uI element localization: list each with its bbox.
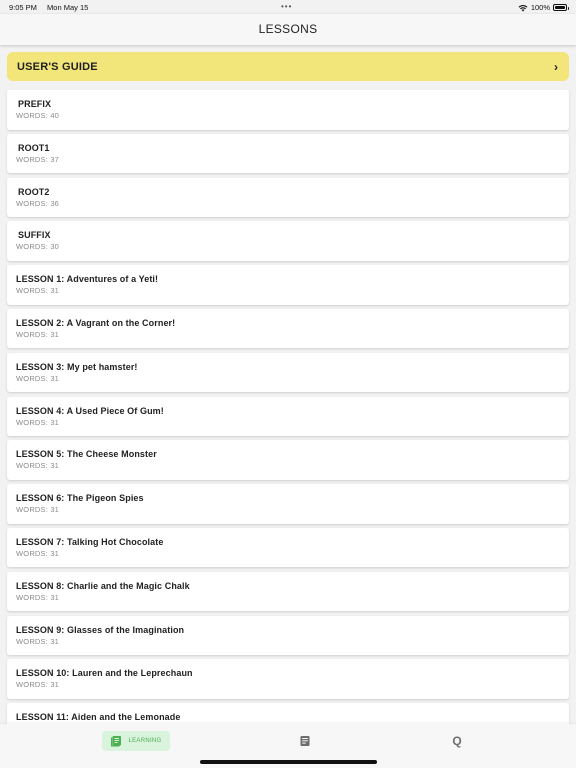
tab-quiz[interactable]: Q — [447, 731, 467, 751]
lesson-row[interactable]: LESSON 9: Glasses of the Imagination WORD… — [7, 615, 569, 656]
lesson-word-count: WORDS: 31 — [16, 329, 60, 339]
multitasking-dots[interactable]: ••• — [281, 2, 292, 11]
lesson-title: LESSON 3: My pet hamster! — [16, 361, 138, 372]
status-right: 100% — [518, 3, 569, 12]
lesson-row[interactable]: LESSON 4: A Used Piece Of Gum! WORDS: 31 — [7, 396, 569, 437]
lesson-row[interactable]: LESSON 3: My pet hamster! WORDS: 31 — [7, 352, 569, 393]
lesson-title: LESSON 10: Lauren and the Leprechaun — [16, 668, 193, 679]
lesson-word-count: WORDS: 31 — [16, 592, 60, 602]
lesson-list: PREFIX WORDS: 40 ROOT1 WORDS: 37 ROOT2 WORDS:… — [7, 90, 569, 724]
users-guide-label: USER'S GUIDE — [17, 60, 98, 73]
lesson-title: PREFIX — [18, 99, 52, 109]
tab-learning-label: LEARNING — [128, 738, 162, 744]
page-title: LESSONS — [258, 22, 318, 36]
lesson-title: LESSON 2: A Vagrant on the Corner! — [16, 317, 176, 328]
lesson-word-count: WORDS: 31 — [16, 286, 60, 296]
status-bar: 9:05 PM Mon May 15 ••• 100% — [0, 0, 576, 14]
lesson-title: LESSON 7: Talking Hot Chocolate — [16, 536, 164, 547]
lesson-title: LESSON 9: Glasses of the Imagination — [16, 624, 185, 635]
lesson-row[interactable]: PREFIX WORDS: 40 — [7, 90, 569, 130]
lesson-row[interactable]: ROOT2 WORDS: 36 — [7, 177, 569, 218]
lesson-word-count: WORDS: 31 — [16, 680, 60, 690]
lesson-word-count: WORDS: 31 — [16, 461, 60, 471]
lesson-word-count: WORDS: 31 — [16, 636, 60, 646]
lesson-title: ROOT1 — [18, 142, 50, 153]
book-icon — [111, 736, 122, 747]
lesson-word-count: WORDS: 31 — [16, 548, 60, 558]
lesson-word-count: WORDS: 40 — [16, 111, 60, 120]
lesson-word-count: WORDS: 37 — [16, 154, 60, 164]
q-icon: Q — [452, 734, 462, 748]
nav-header: LESSONS — [0, 14, 576, 45]
lesson-word-count: WORDS: 36 — [16, 198, 60, 208]
lesson-row[interactable]: ROOT1 WORDS: 37 — [7, 133, 569, 174]
lesson-title: LESSON 4: A Used Piece Of Gum! — [16, 405, 164, 416]
battery-percent: 100% — [530, 3, 550, 12]
lesson-title: LESSON 11: Aiden and the Lemonade — [16, 712, 181, 723]
users-guide-button[interactable]: USER'S GUIDE › — [7, 52, 569, 81]
lessons-scroll-view[interactable]: USER'S GUIDE › PREFIX WORDS: 40 ROOT1 WORDS… — [0, 45, 576, 724]
lesson-row[interactable]: SUFFIX WORDS: 30 — [7, 221, 569, 261]
lesson-word-count: WORDS: 31 — [16, 373, 60, 383]
lesson-title: LESSON 6: The Pigeon Spies — [16, 493, 144, 504]
status-time: 9:05 PM — [9, 3, 37, 12]
lesson-word-count: WORDS: 31 — [16, 417, 60, 427]
battery-icon — [553, 4, 569, 11]
lesson-title: LESSON 1: Adventures of a Yeti! — [16, 274, 159, 285]
lesson-word-count: WORDS: 31 — [16, 505, 60, 515]
lesson-title: SUFFIX — [18, 230, 51, 241]
tab-learning[interactable]: LEARNING — [102, 731, 170, 751]
lesson-row[interactable]: LESSON 6: The Pigeon Spies WORDS: 31 — [7, 484, 569, 524]
status-date: Mon May 15 — [47, 3, 89, 12]
lesson-title: ROOT2 — [18, 186, 50, 197]
document-icon — [300, 736, 310, 746]
lesson-title: LESSON 5: The Cheese Monster — [16, 449, 157, 460]
status-left: 9:05 PM Mon May 15 — [9, 3, 96, 12]
lesson-row[interactable]: LESSON 8: Charlie and the Magic Chalk WOR… — [7, 571, 569, 612]
lesson-row[interactable]: LESSON 10: Lauren and the Leprechaun WORD… — [7, 659, 569, 699]
lesson-row[interactable]: LESSON 1: Adventures of a Yeti! WORDS: 31 — [7, 265, 569, 305]
lesson-word-count: WORDS: 30 — [16, 242, 60, 252]
tab-reading[interactable] — [295, 731, 315, 751]
chevron-right-icon: › — [554, 59, 558, 74]
lesson-row[interactable]: LESSON 11: Aiden and the LemonadeWORDS: … — [7, 703, 569, 724]
home-indicator — [200, 760, 377, 764]
lesson-title: LESSON 8: Charlie and the Magic Chalk — [16, 580, 190, 591]
lesson-row[interactable]: LESSON 5: The Cheese Monster WORDS: 31 — [7, 440, 569, 480]
lesson-row[interactable]: LESSON 2: A Vagrant on the Corner! WORDS:… — [7, 308, 569, 349]
wifi-icon — [518, 4, 528, 11]
lesson-row[interactable]: LESSON 7: Talking Hot Chocolate WORDS: 31 — [7, 527, 569, 568]
